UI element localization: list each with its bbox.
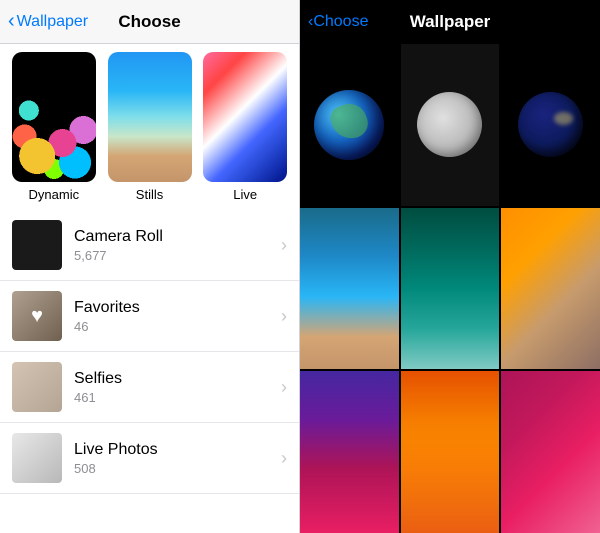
- selfies-chevron-icon: ›: [281, 377, 287, 398]
- live-thumb: [203, 52, 287, 182]
- right-back-button[interactable]: ‹ Choose: [308, 13, 368, 31]
- left-back-button[interactable]: ‹ Wallpaper: [8, 10, 88, 33]
- live-label: Live: [233, 187, 257, 202]
- stills-category[interactable]: Stills: [104, 52, 196, 202]
- left-chevron-icon: ‹: [8, 10, 15, 33]
- favorites-info: Favorites 46: [74, 299, 281, 334]
- grid-cell-purple[interactable]: [300, 371, 399, 533]
- stills-label: Stills: [136, 187, 163, 202]
- selfies-count: 461: [74, 390, 281, 405]
- grid-cell-flowers[interactable]: [401, 371, 500, 533]
- stills-thumb: [108, 52, 192, 182]
- live-photos-count: 508: [74, 461, 281, 476]
- stills-thumb-bg: [108, 52, 192, 182]
- favorites-item[interactable]: Favorites 46 ›: [0, 281, 299, 352]
- category-previews: Dynamic Stills Live: [0, 44, 299, 210]
- left-panel: ‹ Wallpaper Choose Dynamic Stills Live: [0, 0, 300, 533]
- selfies-thumb: [12, 362, 62, 412]
- left-nav-bar: ‹ Wallpaper Choose: [0, 0, 299, 44]
- live-photos-chevron-icon: ›: [281, 448, 287, 469]
- favorites-thumb: [12, 291, 62, 341]
- grid-cell-wave[interactable]: [300, 208, 399, 370]
- grid-cell-moon[interactable]: [401, 44, 500, 206]
- live-photos-info: Live Photos 508: [74, 441, 281, 476]
- moon-icon: [417, 92, 482, 157]
- grid-cell-abstract[interactable]: [501, 208, 600, 370]
- dynamic-label: Dynamic: [29, 187, 80, 202]
- camera-roll-name: Camera Roll: [74, 228, 281, 246]
- camera-roll-thumb: [12, 220, 62, 270]
- selfies-name: Selfies: [74, 370, 281, 388]
- selfies-info: Selfies 461: [74, 370, 281, 405]
- library-list: Camera Roll 5,677 › Favorites 46 › Selfi…: [0, 210, 299, 533]
- camera-roll-info: Camera Roll 5,677: [74, 228, 281, 263]
- dynamic-thumb: [12, 52, 96, 182]
- favorites-name: Favorites: [74, 299, 281, 317]
- earth-night-icon: [518, 92, 583, 157]
- selfies-item[interactable]: Selfies 461 ›: [0, 352, 299, 423]
- right-back-label: Choose: [313, 13, 368, 31]
- grid-cell-pink[interactable]: [501, 371, 600, 533]
- live-photos-name: Live Photos: [74, 441, 281, 459]
- left-back-label: Wallpaper: [17, 13, 88, 31]
- right-nav-title: Wallpaper: [410, 12, 491, 32]
- left-nav-title: Choose: [118, 12, 180, 32]
- wallpaper-grid: [300, 44, 600, 533]
- earth-icon: [314, 90, 384, 160]
- grid-cell-earth-night[interactable]: [501, 44, 600, 206]
- grid-cell-earth[interactable]: [300, 44, 399, 206]
- right-nav-bar: ‹ Choose Wallpaper: [300, 0, 600, 44]
- dynamic-thumb-bg: [12, 52, 96, 182]
- dynamic-category[interactable]: Dynamic: [8, 52, 100, 202]
- favorites-chevron-icon: ›: [281, 306, 287, 327]
- grid-cell-teal[interactable]: [401, 208, 500, 370]
- camera-roll-chevron-icon: ›: [281, 235, 287, 256]
- live-photos-item[interactable]: Live Photos 508 ›: [0, 423, 299, 494]
- camera-roll-count: 5,677: [74, 248, 281, 263]
- live-thumb-bg: [203, 52, 287, 182]
- favorites-count: 46: [74, 319, 281, 334]
- live-category[interactable]: Live: [199, 52, 291, 202]
- live-photos-thumb: [12, 433, 62, 483]
- camera-roll-item[interactable]: Camera Roll 5,677 ›: [0, 210, 299, 281]
- right-panel: ‹ Choose Wallpaper: [300, 0, 600, 533]
